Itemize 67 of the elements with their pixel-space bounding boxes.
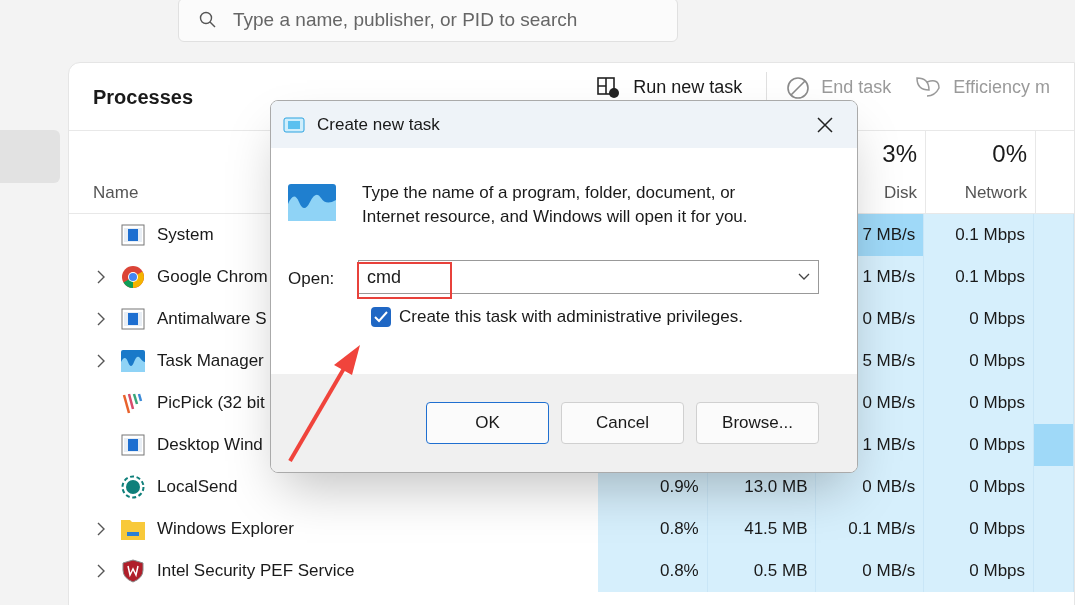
wave-chart-icon	[121, 350, 145, 372]
table-cell: 0 Mbps	[924, 382, 1035, 424]
leaf-icon	[915, 75, 942, 100]
dialog-message: Type the name of a program, folder, document, or Internet resource, and Windows will open it for you.	[362, 182, 749, 228]
chrome-logo-icon	[121, 265, 145, 289]
open-input[interactable]: cmd	[367, 263, 798, 291]
table-cell: 0 Mbps	[924, 340, 1035, 382]
checkbox[interactable]	[371, 306, 391, 327]
column-header[interactable]: 0% Network	[926, 131, 1036, 213]
window-icon	[121, 308, 145, 330]
dashed-circle-icon	[121, 475, 145, 499]
prohibited-icon	[787, 76, 810, 99]
chevron-right-icon[interactable]	[97, 564, 105, 578]
toolbar-button[interactable]: Run new task	[597, 74, 743, 101]
section-title: Processes	[93, 84, 195, 110]
wave-chart-icon	[288, 184, 336, 221]
process-name: Antimalware S	[157, 308, 267, 331]
table-cell: 0 Mbps	[924, 508, 1035, 550]
dialog-button[interactable]: Browse...	[696, 402, 819, 444]
column-header[interactable]: Name	[93, 179, 139, 205]
search-input[interactable]: Type a name, publisher, or PID to search	[233, 5, 657, 35]
process-name: Task Manager	[157, 350, 264, 373]
process-name: Intel Security PEF Service	[157, 560, 355, 583]
column-label: Network	[964, 181, 1027, 204]
table-cell: 0 Mbps	[924, 466, 1035, 508]
checkmark-icon	[374, 310, 388, 323]
dialog-title: Create new task	[317, 113, 441, 136]
shield-icon	[121, 559, 145, 583]
chevron-right-icon[interactable]	[97, 354, 105, 368]
chevron-down-icon	[798, 273, 810, 281]
search-box[interactable]: Type a name, publisher, or PID to search	[178, 0, 678, 42]
new-task-icon	[597, 76, 622, 99]
table-cell: 41.5 MB	[707, 508, 817, 550]
close-icon	[817, 116, 833, 133]
search-icon	[199, 11, 217, 29]
folder-icon	[121, 518, 145, 540]
table-cell: 0 Mbps	[924, 298, 1035, 340]
process-name: Windows Explorer	[157, 518, 294, 541]
field-label: Open:	[288, 268, 336, 291]
process-name: System	[157, 224, 214, 247]
table-cell: 0.1 Mbps	[924, 214, 1035, 256]
table-cell: 0.8%	[597, 508, 708, 550]
chevron-right-icon[interactable]	[97, 522, 105, 536]
table-cell: 0.8%	[597, 550, 708, 592]
table-cell: 0 MB/s	[816, 550, 925, 592]
table-cell: 0 Mbps	[924, 424, 1035, 466]
process-name: PicPick (32 bit	[157, 392, 265, 415]
dialog-button[interactable]: OK	[426, 402, 549, 444]
window-app-icon	[283, 116, 305, 133]
process-name: Desktop Wind	[157, 434, 263, 457]
column-label: Disk	[883, 181, 917, 204]
table-cell: 0.1 Mbps	[924, 256, 1035, 298]
dialog-button[interactable]: Cancel	[561, 402, 684, 444]
table-cell: 0.5 MB	[707, 550, 817, 592]
process-name: LocalSend	[157, 476, 238, 499]
table-cell: 0 Mbps	[924, 550, 1035, 592]
table-cell: 0 MB/s	[816, 466, 925, 508]
chevron-right-icon[interactable]	[97, 270, 105, 284]
column-percent: 3%	[882, 138, 917, 169]
window-icon	[121, 434, 145, 456]
window-icon	[121, 224, 145, 246]
checkbox-label: Create this task with administrative privileges.	[399, 306, 743, 328]
column-percent: 0%	[992, 138, 1027, 169]
process-name: Google Chrom	[157, 266, 268, 289]
chevron-right-icon[interactable]	[97, 312, 105, 326]
colored-stripes-icon	[121, 391, 145, 415]
table-cell: 0.1 MB/s	[816, 508, 925, 550]
